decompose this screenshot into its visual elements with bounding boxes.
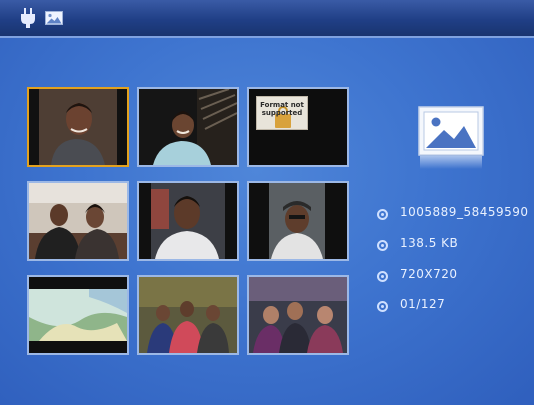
thumbnail-7[interactable] [27, 275, 129, 355]
thumbnail-3-unsupported[interactable]: Format not supported [247, 87, 349, 167]
top-bar [0, 0, 534, 36]
bullet-icon [377, 209, 388, 220]
unsupported-line-1: Format not [260, 101, 304, 109]
info-resolution: 720X720 [400, 267, 458, 281]
picture-icon [45, 11, 63, 25]
info-size: 138.5 KB [400, 236, 459, 250]
thumbnail-4[interactable] [27, 181, 129, 261]
unsupported-line-2: supported [261, 109, 303, 117]
thumbnail-5[interactable] [137, 181, 239, 261]
bullet-icon [377, 301, 388, 312]
thumbnail-6[interactable] [247, 181, 349, 261]
image-file-icon [418, 106, 484, 169]
bullet-icon [377, 240, 388, 251]
bullet-icon [377, 271, 388, 282]
info-index: 01/127 [400, 297, 446, 311]
thumbnail-8[interactable] [137, 275, 239, 355]
plug-icon [21, 8, 35, 28]
info-filename: 1005889_58459590 [400, 205, 529, 219]
thumbnail-1[interactable] [27, 87, 129, 167]
thumbnail-9[interactable] [247, 275, 349, 355]
format-not-supported-badge: Format not supported [256, 96, 308, 130]
top-bar-divider [0, 36, 534, 38]
thumbnail-2[interactable] [137, 87, 239, 167]
